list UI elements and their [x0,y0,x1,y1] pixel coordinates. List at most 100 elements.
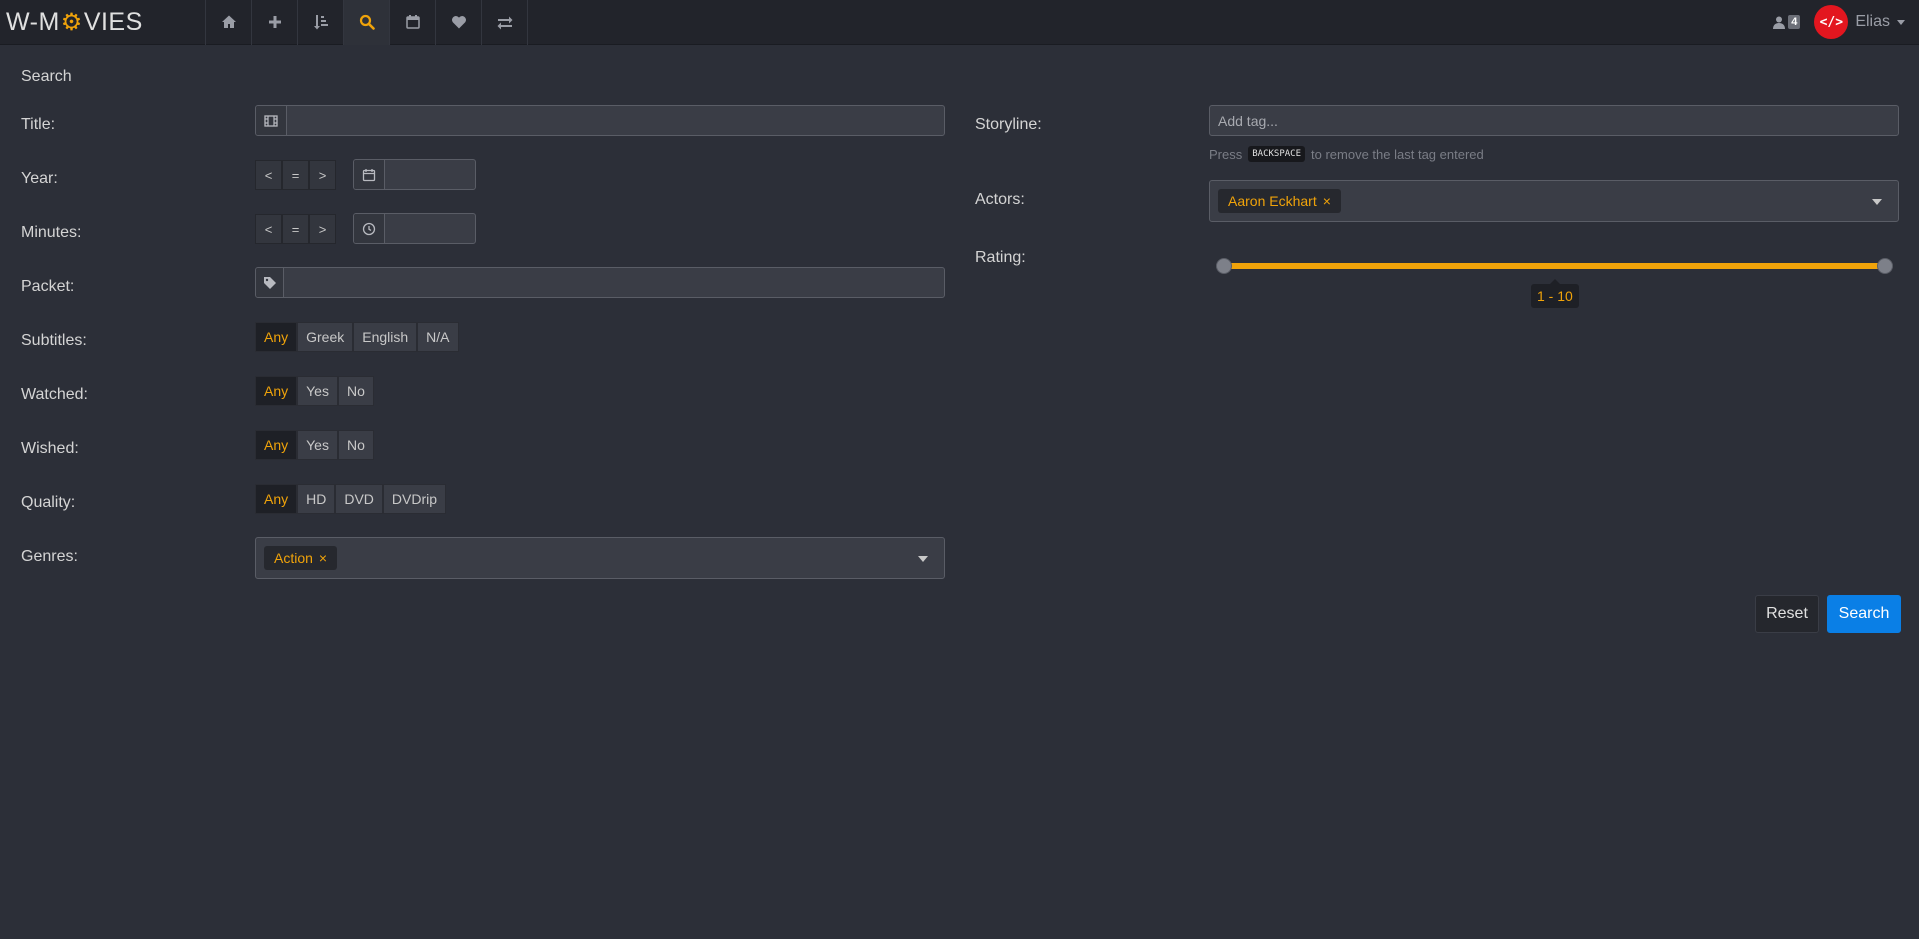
rating-range-slider[interactable] [1216,258,1893,274]
nav-tab-sort[interactable] [298,0,344,45]
quality-option-any[interactable]: Any [255,484,298,514]
nav-tabs [206,0,528,45]
wished-option-yes[interactable]: Yes [297,430,338,460]
dropdown-caret-icon[interactable] [1872,199,1882,205]
minutes-input-group [353,213,476,244]
remove-actor-icon[interactable]: × [1323,193,1331,209]
quality-option-dvdrip[interactable]: DVDrip [382,484,447,514]
minutes-label: Minutes: [21,224,82,241]
watched-option-yes[interactable]: Yes [297,376,338,406]
search-button[interactable]: Search [1827,595,1901,633]
year-op-equal[interactable]: = [282,160,309,190]
title-input[interactable] [287,106,944,135]
storyline-help-text: Press BACKSPACE to remove the last tag e… [1209,146,1484,162]
subtitles-label: Subtitles: [21,332,87,349]
year-op-less[interactable]: < [255,160,282,190]
subtitles-button-group: Any Greek English N/A [255,322,459,352]
help-text-post: to remove the last tag entered [1311,146,1484,162]
brand-text-right: VIES [83,7,143,36]
subtitles-option-na[interactable]: N/A [417,322,459,352]
actors-select[interactable]: Aaron Eckhart × [1209,180,1899,222]
title-label: Title: [21,116,56,133]
subtitles-option-greek[interactable]: Greek [297,322,354,352]
avatar: </> [1814,5,1849,39]
watched-label: Watched: [21,386,88,403]
minutes-op-greater[interactable]: > [309,214,336,244]
storyline-label: Storyline: [975,116,1042,133]
remove-genre-icon[interactable]: × [319,550,327,566]
watched-button-group: Any Yes No [255,376,374,406]
gear-icon: ⚙ [60,8,83,36]
nav-tab-add[interactable] [252,0,298,45]
exchange-icon [497,16,512,30]
quality-option-dvd[interactable]: DVD [335,484,383,514]
nav-tab-wishlist[interactable] [436,0,482,45]
quality-option-hd[interactable]: HD [297,484,336,514]
subtitles-option-english[interactable]: English [353,322,418,352]
help-text-pre: Press [1209,146,1243,162]
nav-tab-home[interactable] [206,0,252,45]
online-users-indicator[interactable]: 4 [1773,15,1801,29]
user-menu-dropdown[interactable]: </> Elias [1814,5,1905,39]
actor-chip: Aaron Eckhart × [1218,189,1341,213]
genre-chip: Action × [264,546,338,570]
clock-icon [354,214,385,243]
calendar-icon [354,160,385,189]
caret-down-icon [1897,19,1905,25]
online-users-count: 4 [1788,15,1801,29]
slider-handle-min[interactable] [1216,258,1232,274]
actor-chip-label: Aaron Eckhart [1228,193,1317,209]
nav-tab-search[interactable] [344,0,390,45]
search-icon [359,14,375,30]
genres-select[interactable]: Action × [255,537,945,579]
packet-input[interactable] [284,268,944,297]
plus-icon [268,16,281,28]
minutes-operator-group: < = > [255,214,336,244]
username: Elias [1855,13,1890,30]
nav-tab-calendar[interactable] [390,0,436,45]
help-key: BACKSPACE [1248,146,1306,162]
quality-button-group: Any HD DVD DVDrip [255,484,447,514]
heart-icon [451,16,466,29]
minutes-input[interactable] [385,214,475,243]
brand-text-left: W-M [6,7,60,36]
year-op-greater[interactable]: > [309,160,336,190]
packet-label: Packet: [21,278,75,295]
minutes-op-equal[interactable]: = [282,214,309,244]
quality-label: Quality: [21,494,76,511]
brand-logo[interactable]: W-M ⚙ VIES [0,0,206,45]
minutes-op-less[interactable]: < [255,214,282,244]
user-icon [1773,16,1786,29]
year-operator-group: < = > [255,160,336,190]
slider-selection [1224,263,1885,269]
home-icon [221,15,236,28]
page-title: Search [21,68,72,85]
slider-handle-max[interactable] [1877,258,1893,274]
year-label: Year: [21,170,58,187]
subtitles-option-any[interactable]: Any [255,322,298,352]
top-navbar: W-M ⚙ VIES 4 </> Elias [0,0,1919,45]
rating-label: Rating: [975,249,1026,266]
year-input[interactable] [385,160,475,189]
watched-option-any[interactable]: Any [255,376,298,406]
film-icon [256,106,287,135]
calendar-icon [405,15,420,29]
reset-button[interactable]: Reset [1755,595,1819,633]
wished-label: Wished: [21,440,79,457]
nav-tab-exchange[interactable] [482,0,528,45]
storyline-tag-input[interactable]: Add tag... [1209,105,1899,136]
tag-icon [256,268,284,297]
title-input-group [255,105,945,136]
genres-label: Genres: [21,548,78,565]
packet-input-group [255,267,945,298]
wished-button-group: Any Yes No [255,430,374,460]
wished-option-any[interactable]: Any [255,430,298,460]
genre-chip-label: Action [274,550,313,566]
watched-option-no[interactable]: No [337,376,374,406]
sort-icon [313,15,328,30]
wished-option-no[interactable]: No [337,430,374,460]
actors-label: Actors: [975,191,1025,208]
navbar-right: 4 </> Elias [1773,0,1919,45]
rating-range-tooltip: 1 - 10 [1531,279,1579,308]
dropdown-caret-icon[interactable] [918,556,928,562]
